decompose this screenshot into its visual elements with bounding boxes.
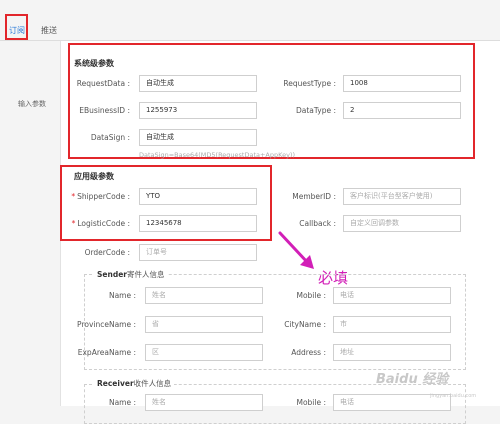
sender-name-input[interactable]: 姓名 (145, 287, 263, 304)
data-type-label: DataType : (295, 106, 336, 115)
sender-legend: Sender寄件人信息 (94, 269, 168, 280)
sender-address-input[interactable]: 地址 (333, 344, 451, 361)
sender-province-label: ProvinceName : (77, 320, 136, 329)
app-params-title: 应用级参数 (74, 172, 114, 181)
shipper-code-input[interactable]: YTO (139, 188, 257, 205)
order-code-label: OrderCode : (84, 248, 130, 257)
sender-legend-en: Sender (97, 270, 127, 279)
logistic-code-label-text: LogisticCode : (77, 219, 130, 228)
request-data-input[interactable]: 自动生成 (139, 75, 257, 92)
sender-mobile-label: Mobile : (296, 291, 326, 300)
sender-mobile-input[interactable]: 电话 (333, 287, 451, 304)
ebusiness-id-input[interactable]: 1255973 (139, 102, 257, 119)
request-type-label: RequestType : (283, 79, 336, 88)
callback-input[interactable]: 自定义回调参数 (343, 215, 461, 232)
sender-exp-area-input[interactable]: 区 (145, 344, 263, 361)
left-nav: 输入参数 (0, 41, 61, 406)
system-params-title: 系统级参数 (74, 59, 114, 68)
sender-legend-cn: 寄件人信息 (126, 270, 165, 279)
ebusiness-id-label: EBusinessID : (79, 106, 130, 115)
sender-province-input[interactable]: 省 (145, 316, 263, 333)
request-data-label: RequestData : (76, 79, 130, 88)
shipper-code-label: * ShipperCode : (60, 192, 130, 201)
order-code-input[interactable]: 订单号 (139, 244, 257, 261)
receiver-legend-cn: 收件人信息 (133, 379, 172, 388)
receiver-legend-en: Receiver (97, 379, 134, 388)
nav-item-input-params[interactable]: 输入参数 (18, 99, 46, 109)
sender-city-label: CityName : (284, 320, 326, 329)
logistic-code-input[interactable]: 12345678 (139, 215, 257, 232)
tab-push[interactable]: 推送 (41, 25, 57, 36)
member-id-label: MemberID : (292, 192, 336, 201)
member-id-input[interactable]: 客户标识(平台型客户使用) (343, 188, 461, 205)
baidu-watermark: Baidu 经验 (376, 372, 449, 387)
required-marker: * (71, 192, 76, 201)
required-marker: * (71, 219, 76, 228)
sender-city-input[interactable]: 市 (333, 316, 451, 333)
data-sign-input[interactable]: 自动生成 (139, 129, 257, 146)
shipper-code-label-text: ShipperCode : (77, 192, 130, 201)
receiver-legend: Receiver收件人信息 (94, 378, 175, 389)
sender-exp-area-label: ExpAreaName : (77, 348, 136, 357)
baidu-watermark-url: jingyan.baidu.com (430, 393, 477, 399)
tab-highlight-box (5, 14, 28, 40)
data-sign-hint: DataSign=Base64(MD5(RequestData+AppKey)) (139, 151, 295, 159)
logistic-code-label: * LogisticCode : (60, 219, 130, 228)
receiver-name-input[interactable]: 姓名 (145, 394, 263, 411)
request-type-input[interactable]: 1008 (343, 75, 461, 92)
data-type-input[interactable]: 2 (343, 102, 461, 119)
sender-name-label: Name : (108, 291, 136, 300)
data-sign-label: DataSign : (90, 133, 130, 142)
sender-address-label: Address : (291, 348, 326, 357)
